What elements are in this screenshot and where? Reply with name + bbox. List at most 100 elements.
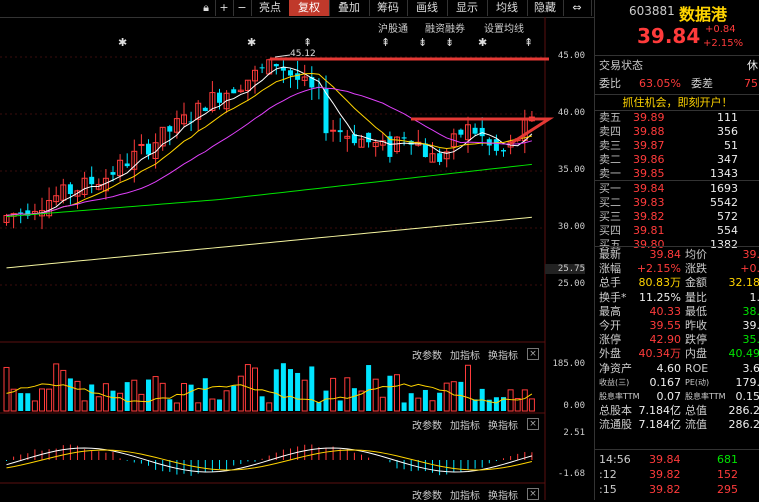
sell-level-label: 卖二 [599, 153, 621, 166]
volume-bar [323, 390, 329, 411]
tick-volume: 681 [717, 453, 738, 466]
volume-bar [89, 384, 95, 411]
volume-bar [231, 385, 237, 411]
add-indicator-button[interactable]: 加指标 [450, 417, 480, 432]
sell-row[interactable]: 卖五 39.89 111 [599, 111, 759, 125]
buy-level-label: 买一 [599, 182, 621, 195]
candle-body [202, 107, 208, 112]
candle-body [288, 70, 293, 76]
sell-row[interactable]: 卖三 39.87 51 [599, 139, 759, 153]
stat-value: 32.18 [728, 276, 759, 290]
tick-volume: 152 [717, 468, 738, 481]
tick-price: 39.84 [649, 453, 681, 466]
weibi-row: 委比 63.05% 委差 75 [599, 76, 759, 91]
stat-row: 最高 40.33 最低 38. [599, 305, 759, 319]
tick-time: 14:56 [599, 453, 631, 466]
stat-label: 昨收 [685, 319, 707, 332]
volume-bar [422, 389, 428, 411]
current-price: 39.84 [637, 24, 701, 48]
volume-bar [337, 400, 343, 411]
volume-bar [301, 379, 308, 412]
volume-bar [351, 388, 357, 411]
close-icon[interactable]: × [527, 348, 539, 360]
volume-bar [280, 363, 286, 411]
buy-row[interactable]: 买四 39.81 554 [599, 224, 759, 238]
sell-row[interactable]: 卖一 39.85 1343 [599, 167, 759, 181]
volume-bar [81, 400, 88, 412]
close-icon[interactable]: × [527, 488, 539, 500]
macd-tick: -1.68 [557, 469, 585, 479]
volume-bar [437, 392, 443, 411]
stat-label: 总手 [599, 276, 621, 290]
volume-bar [195, 402, 202, 412]
weicha-label: 委差 [691, 77, 713, 90]
volume-bar [450, 381, 457, 412]
stat-value: 0.167 [649, 375, 682, 389]
stat-label: 换手* [599, 290, 627, 304]
candle-body [493, 139, 499, 151]
close-icon[interactable]: × [527, 418, 539, 430]
volume-bar [217, 399, 222, 411]
volume-bar [202, 378, 208, 411]
edit-params-button[interactable]: 改参数 [412, 417, 442, 432]
buy-price: 39.83 [633, 196, 665, 209]
sell-volume: 1343 [710, 167, 738, 180]
macd-tick: 2.51 [563, 428, 585, 438]
buy-row[interactable]: 买一 39.84 1693 [599, 182, 759, 196]
switch-indicator-button[interactable]: 换指标 [488, 417, 518, 432]
volume-bar [415, 397, 422, 412]
candle-body [217, 92, 222, 103]
volume-bar [152, 376, 159, 412]
sell-row[interactable]: 卖四 39.88 356 [599, 125, 759, 139]
sell-row[interactable]: 卖二 39.86 347 [599, 153, 759, 167]
buy-row[interactable]: 买二 39.83 5542 [599, 196, 759, 210]
weibi-value: 63.05% [639, 77, 681, 90]
sell-volume: 111 [717, 111, 738, 124]
stat-row: 总手 80.83万 金额 32.18 [599, 276, 759, 290]
candle-body [259, 67, 265, 69]
switch-indicator-button[interactable]: 换指标 [488, 347, 518, 362]
volume-bar [146, 379, 151, 411]
volume-bar [110, 390, 116, 411]
buy-price: 39.84 [633, 182, 665, 195]
volume-bar [387, 375, 393, 411]
volume-bar [528, 398, 535, 412]
sell-price: 39.85 [633, 167, 665, 180]
volume-bar [131, 379, 138, 412]
divider [595, 55, 759, 56]
edit-params-button[interactable]: 改参数 [412, 347, 442, 362]
sell-level-label: 卖一 [599, 167, 621, 180]
volume-bar [138, 393, 145, 412]
candle-body [501, 150, 506, 152]
volume-bar [74, 380, 81, 412]
volume-bar [493, 397, 499, 411]
buy-level-label: 买三 [599, 210, 621, 223]
candle-body [67, 184, 73, 195]
stat-value: 39.84 [649, 248, 682, 261]
stat-value: 35. [742, 333, 759, 347]
stat-label: 总股本 [599, 404, 632, 418]
stat-value: 286.2 [728, 404, 759, 418]
stat-label: 总值 [685, 404, 707, 418]
stat-value: 179. [735, 375, 759, 389]
stat-label: 最新 [599, 248, 621, 261]
candle-body [330, 129, 337, 132]
stat-value: 7.184亿 [638, 404, 682, 418]
volume-bar [330, 377, 337, 412]
sell-level-label: 卖三 [599, 139, 621, 152]
candle-body [337, 130, 343, 133]
candle-body [479, 127, 485, 137]
volume-bar [344, 377, 351, 412]
quote-panel: 603881 数据港 39.84 +0.84 +2.15% 交易状态 休 委比 … [594, 0, 759, 500]
stat-label: 涨幅 [599, 262, 621, 276]
weicha-value: 75 [744, 77, 758, 90]
volume-bar [46, 388, 53, 412]
stat-label: 量比 [685, 290, 707, 304]
open-account-banner[interactable]: 抓住机会，即刻开户！ [595, 94, 759, 111]
stat-label: 金额 [685, 276, 707, 290]
buy-row[interactable]: 买三 39.82 572 [599, 210, 759, 224]
tick-price: 39.82 [649, 483, 681, 496]
stat-label: 内盘 [685, 347, 707, 361]
stat-value: 3.6 [742, 361, 759, 375]
add-indicator-button[interactable]: 加指标 [450, 347, 480, 362]
